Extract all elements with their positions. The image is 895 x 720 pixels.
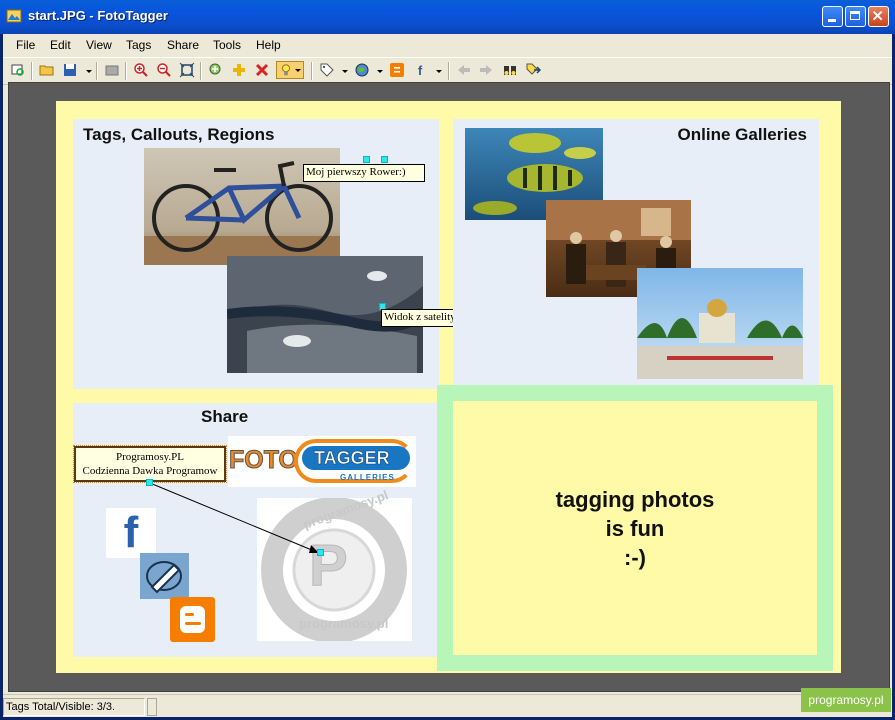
fit-window-icon[interactable] [178, 61, 196, 79]
fun-text-line3: :-) [624, 545, 646, 570]
tag-region-handle[interactable] [381, 156, 388, 163]
save-dropdown-icon[interactable] [86, 70, 92, 73]
bulb-icon[interactable] [276, 61, 304, 79]
menu-share[interactable]: Share [167, 38, 199, 52]
forward-arrow-icon[interactable] [477, 61, 495, 79]
menu-edit[interactable]: Edit [50, 38, 71, 52]
galleries-panel: Online Galleries [453, 119, 819, 389]
facebook-dropdown-icon[interactable] [436, 70, 442, 73]
tag-arrow-icon[interactable] [524, 61, 542, 79]
delete-icon[interactable] [253, 61, 271, 79]
globe-dropdown-icon[interactable] [377, 70, 383, 73]
fun-text-line1: tagging photos [555, 487, 715, 512]
status-cell-empty [147, 698, 157, 716]
save-icon[interactable] [61, 61, 79, 79]
tag-dropdown-icon[interactable] [342, 70, 348, 73]
tag-region-handle[interactable] [363, 156, 370, 163]
menu-tags[interactable]: Tags [126, 38, 151, 52]
galleries-panel-title: Online Galleries [677, 125, 807, 144]
title-bar[interactable]: start.JPG - FotoTagger [0, 0, 895, 34]
menu-file[interactable]: File [16, 38, 35, 52]
app-icon [6, 9, 22, 23]
callout-arrow [149, 482, 320, 554]
minimize-button[interactable] [822, 6, 843, 27]
add-tag-icon[interactable] [207, 61, 225, 79]
window-title: start.JPG - FotoTagger [28, 8, 168, 23]
fun-text-line2: is fun [605, 516, 665, 541]
bike-callout[interactable]: Moj pierwszy Rower:) [303, 164, 425, 182]
open-file-icon[interactable] [9, 61, 27, 79]
delete-file-icon[interactable] [103, 61, 121, 79]
back-arrow-icon[interactable] [455, 61, 473, 79]
tags-panel: Tags, Callouts, Regions Moj pierwszy Row… [73, 119, 467, 389]
status-tags-count: Tags Total/Visible: 3/3. [3, 698, 145, 716]
maximize-button[interactable] [845, 6, 866, 27]
binoculars-icon[interactable] [501, 61, 519, 79]
menu-bar: File Edit View Tags Share Tools Help [3, 34, 892, 56]
menu-view[interactable]: View [86, 38, 112, 52]
menu-help[interactable]: Help [256, 38, 281, 52]
facebook-icon[interactable]: f [411, 61, 429, 79]
image-canvas[interactable]: Tags, Callouts, Regions Moj pierwszy Row… [56, 101, 841, 673]
toolbar: f [3, 57, 892, 85]
zoom-in-icon[interactable] [132, 61, 150, 79]
globe-icon[interactable] [353, 61, 371, 79]
temple-photo[interactable] [637, 268, 803, 379]
share-panel: Share FOTO TAGGER GALLERIES Programosy.P… [73, 403, 437, 657]
tag-region-handle[interactable] [317, 549, 324, 556]
tags-panel-title: Tags, Callouts, Regions [83, 125, 275, 144]
image-viewport[interactable]: Tags, Callouts, Regions Moj pierwszy Row… [8, 82, 890, 692]
client-area: File Edit View Tags Share Tools Help f T… [3, 34, 892, 717]
add-icon[interactable] [230, 61, 248, 79]
fun-panel: tagging photos is fun :-) [437, 385, 833, 671]
close-button[interactable] [868, 6, 889, 27]
blogger-icon[interactable] [388, 61, 406, 79]
menu-tools[interactable]: Tools [213, 38, 241, 52]
tag-region-handle[interactable] [146, 479, 153, 486]
temple-icon [637, 299, 803, 379]
fun-text: tagging photos is fun :-) [453, 485, 817, 572]
open-folder-icon[interactable] [38, 61, 56, 79]
watermark-badge: programosy.pl [801, 688, 891, 712]
status-bar: Tags Total/Visible: 3/3. [3, 694, 892, 718]
zoom-out-icon[interactable] [155, 61, 173, 79]
close-icon [872, 10, 883, 21]
app-window: start.JPG - FotoTagger File Edit View Ta… [0, 0, 895, 720]
tag-icon[interactable] [318, 61, 336, 79]
